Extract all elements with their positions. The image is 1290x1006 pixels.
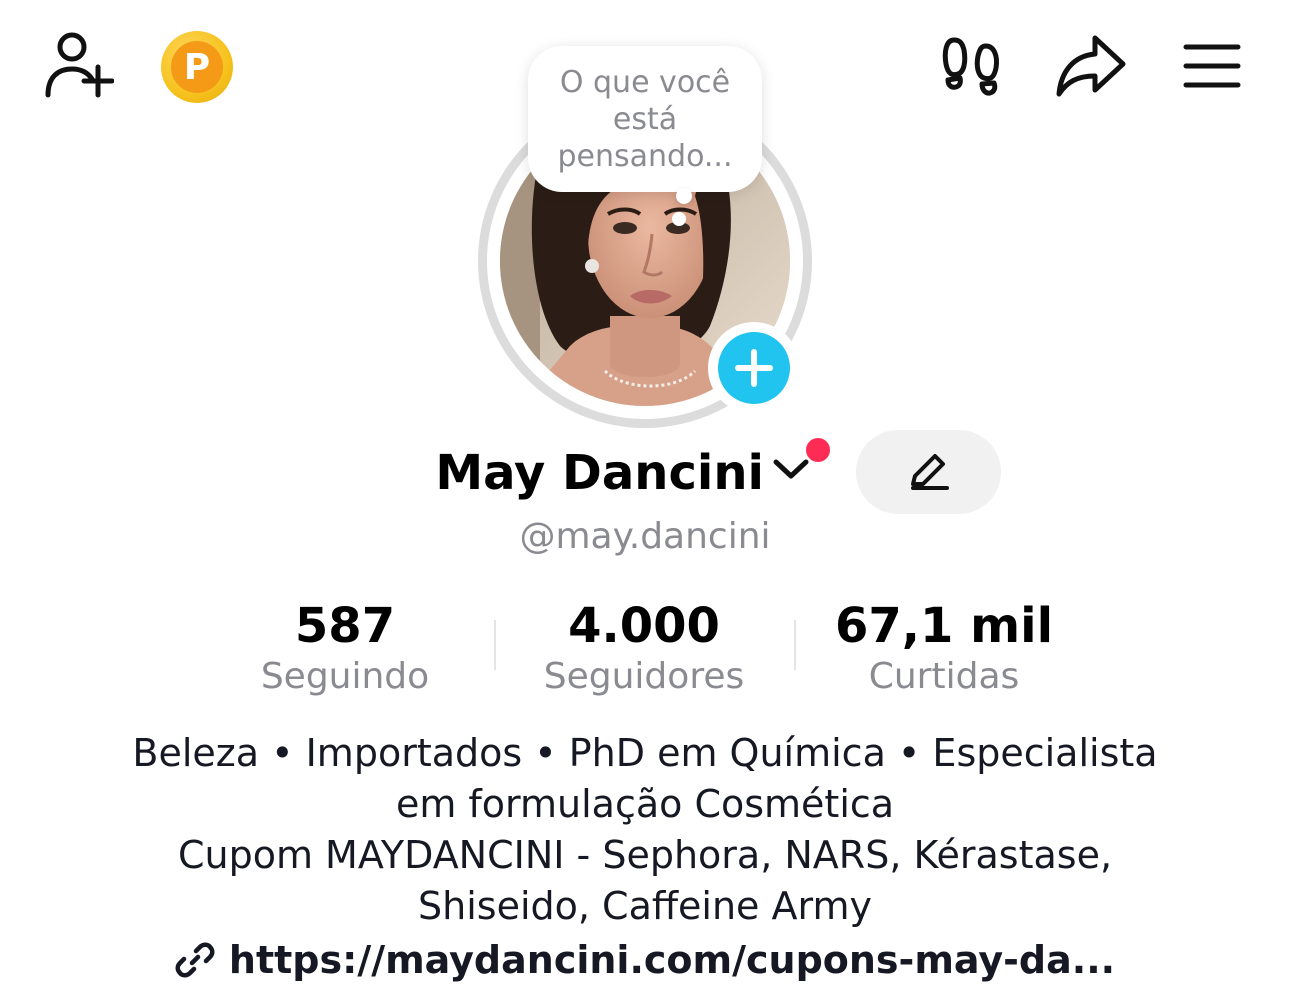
bio-line: Beleza • Importados • PhD em Química • E…	[132, 731, 1158, 775]
stat-label: Curtidas	[868, 656, 1020, 697]
thought-bubble-line: pensando...	[557, 138, 733, 174]
coin-icon: P	[171, 41, 223, 93]
profile-name: May Dancini	[435, 445, 764, 501]
add-friend-button[interactable]	[40, 30, 116, 100]
share-arrow-icon	[1056, 35, 1126, 97]
thought-bubble[interactable]: O que você está pensando...	[528, 46, 762, 192]
person-plus-icon	[45, 32, 114, 98]
switch-account-button[interactable]	[772, 456, 810, 486]
profile-name-row: May Dancini	[0, 440, 1290, 510]
bio-line: Shiseido, Caffeine Army	[418, 884, 872, 928]
add-story-circle	[718, 332, 790, 404]
menu-button[interactable]	[1180, 40, 1244, 92]
thought-bubble-line: O que você	[559, 64, 731, 100]
stat-value: 4.000	[568, 598, 720, 654]
profile-views-button[interactable]	[940, 34, 1004, 98]
footprints-icon	[942, 37, 999, 96]
bio-link-text: https://maydancini.com/cupons-may-da...	[228, 938, 1116, 982]
thought-bubble-tail	[676, 188, 692, 204]
thought-bubble-tail-small	[672, 212, 686, 226]
thought-bubble-line: está	[612, 101, 678, 137]
bio-line: em formulação Cosmética	[395, 782, 895, 826]
link-icon	[175, 942, 215, 978]
stat-label: Seguindo	[260, 656, 430, 697]
stat-followers[interactable]: 4.000 Seguidores	[494, 598, 794, 700]
notification-dot	[804, 436, 832, 464]
share-profile-button[interactable]	[1054, 32, 1128, 100]
stat-label: Seguidores	[543, 656, 745, 697]
edit-profile-button[interactable]	[856, 430, 1001, 514]
stat-value: 67,1 mil	[834, 598, 1054, 654]
profile-bio: Beleza • Importados • PhD em Química • E…	[60, 728, 1230, 932]
bio-link[interactable]: https://maydancini.com/cupons-may-da...	[0, 938, 1290, 982]
chevron-down-icon	[773, 459, 809, 479]
coin-balance-button[interactable]: P	[161, 31, 233, 103]
stat-value: 587	[294, 598, 396, 654]
stat-following[interactable]: 587 Seguindo	[195, 598, 495, 700]
stat-likes[interactable]: 67,1 mil Curtidas	[794, 598, 1094, 700]
plus-icon	[735, 349, 773, 387]
profile-handle: @may.dancini	[519, 516, 771, 557]
pencil-icon	[910, 454, 949, 490]
bio-line: Cupom MAYDANCINI - Sephora, NARS, Kérast…	[177, 833, 1113, 877]
hamburger-menu-icon	[1183, 44, 1241, 88]
add-story-button[interactable]	[708, 322, 800, 414]
